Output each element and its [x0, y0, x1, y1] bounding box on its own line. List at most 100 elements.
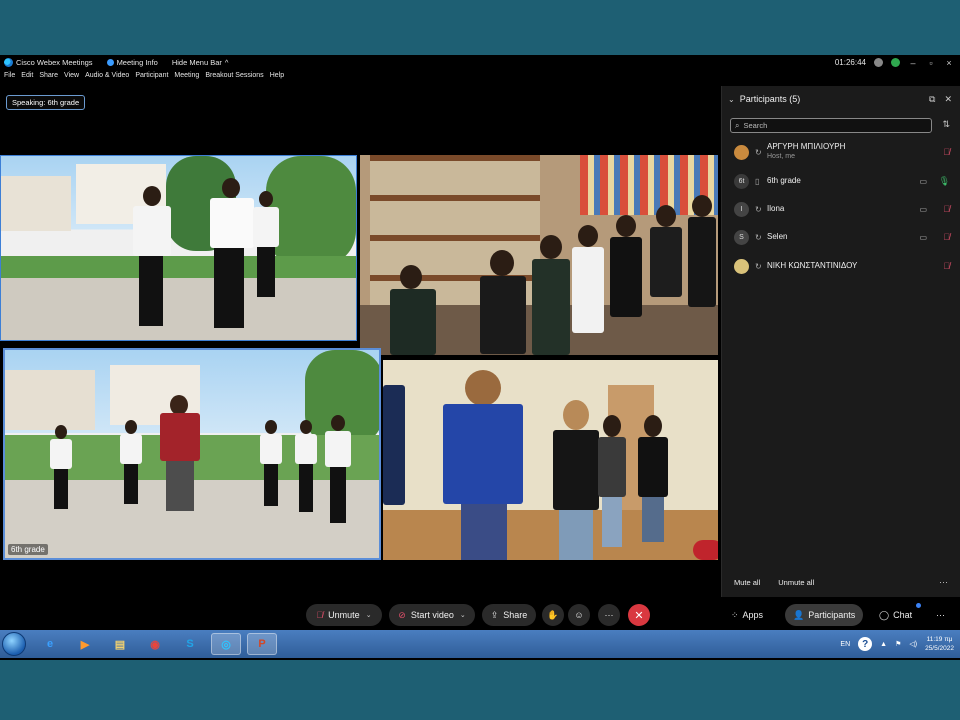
chevron-down-icon: ⌄	[728, 94, 735, 104]
speaking-indicator: Speaking: 6th grade	[6, 95, 86, 110]
participant-row[interactable]: 6t ▯ 6th grade ▭ 🎙	[722, 168, 960, 194]
chevron-down-icon: ⌄	[365, 612, 372, 619]
webex-taskbar-icon[interactable]: ◎	[211, 633, 241, 655]
participant-search-input[interactable]: ⌕ Search	[730, 118, 932, 133]
windows-taskbar: e ▶ ▤ ◉ S ◎ P EN ? ▲ ⚑ ◁) 11:19 πμ 25/5/…	[0, 630, 960, 658]
folder-icon[interactable]: ▤	[105, 633, 135, 655]
building-left	[5, 370, 95, 430]
powerpoint-icon[interactable]: P	[247, 633, 277, 655]
network-icon	[874, 58, 883, 67]
sort-icon[interactable]: ⇅	[942, 119, 950, 130]
participant-row[interactable]: ↻ ΝΙΚΗ ΚΩΝΣΤΑΝΤΙΝΙΔΟΥ 🎙̸	[722, 253, 960, 279]
participant-role: Host, me	[767, 153, 796, 160]
unmute-button[interactable]: 🎙̸ Unmute ⌄	[306, 604, 382, 626]
unmute-label: Unmute	[328, 610, 360, 620]
help-icon[interactable]: ?	[858, 637, 873, 651]
menu-view[interactable]: View	[64, 72, 79, 86]
building-left	[1, 176, 71, 231]
unmute-all-button[interactable]: Unmute all	[778, 578, 814, 587]
participant-row[interactable]: S ↻ Selen ▭ 🎙̸	[722, 224, 960, 250]
panel-controls: ⧉ ✕	[929, 94, 952, 105]
clock-time: 11:19 πμ	[926, 636, 953, 643]
search-icon: ⌕	[735, 120, 740, 130]
menu-edit[interactable]: Edit	[21, 72, 33, 86]
mic-muted-icon[interactable]: 🎙̸	[943, 232, 950, 242]
meeting-info-button[interactable]: Meeting Info	[106, 58, 158, 67]
media-player-icon[interactable]: ▶	[70, 633, 100, 655]
chrome-icon[interactable]: ◉	[140, 633, 170, 655]
security-icon	[891, 58, 900, 67]
participants-panel-header[interactable]: ⌄ Participants (5)	[728, 94, 800, 104]
close-icon: ✕	[634, 609, 644, 622]
participant-name-text: Selen	[767, 232, 788, 241]
menu-bar: File Edit Share View Audio & Video Parti…	[0, 72, 286, 86]
skype-icon[interactable]: S	[175, 633, 205, 655]
mic-muted-icon[interactable]: 🎙̸	[943, 147, 950, 157]
menu-breakout-sessions[interactable]: Breakout Sessions	[205, 72, 263, 86]
start-button[interactable]	[2, 632, 26, 656]
participants-panel: ⌄ Participants (5) ⧉ ✕ ⌕ Search ⇅ ↻ ΑΡΓΥ…	[721, 86, 960, 597]
more-button[interactable]: ···	[598, 604, 620, 626]
menu-file[interactable]: File	[4, 72, 15, 86]
meeting-controls: 🎙̸ Unmute ⌄ ⊘ Start video ⌄ ⇪ Share ✋ ☺ …	[0, 601, 960, 629]
video-tile-4[interactable]	[383, 360, 718, 560]
tile-name-label: 6th grade	[8, 544, 48, 555]
menu-participant[interactable]: Participant	[135, 72, 168, 86]
participant-row[interactable]: ↻ ΑΡΓΥΡΗ ΜΠΙΛΙΟΥΡΗ Host, me 🎙̸	[722, 139, 960, 165]
hide-menu-bar-label: Hide Menu Bar	[171, 58, 222, 67]
video-tile-1[interactable]	[0, 155, 357, 341]
popout-icon[interactable]: ⧉	[929, 94, 935, 105]
sync-icon: ↻	[755, 261, 762, 271]
apps-label: Apps	[742, 610, 764, 620]
menu-audio-video[interactable]: Audio & Video	[85, 72, 129, 86]
volume-icon[interactable]: ◁)	[909, 640, 917, 648]
smiley-icon: ☺	[574, 610, 584, 620]
close-icon[interactable]: ✕	[944, 94, 952, 105]
device-icon: ▯	[755, 176, 760, 186]
close-window-button[interactable]: ×	[944, 58, 954, 68]
video-tile-active[interactable]: 6th grade	[3, 348, 381, 560]
raise-hand-button[interactable]: ✋	[542, 604, 564, 626]
clock[interactable]: 11:19 πμ 25/5/2022	[925, 635, 954, 653]
participant-row[interactable]: I ↻ Ilona ▭ 🎙̸	[722, 196, 960, 222]
maximize-button[interactable]: ▫	[926, 58, 936, 68]
menu-meeting[interactable]: Meeting	[174, 72, 199, 86]
show-hidden-icons[interactable]: ▲	[880, 641, 887, 648]
apps-button[interactable]: ⁘ Apps	[731, 604, 763, 626]
chat-notification-dot	[916, 603, 921, 608]
meeting-info-label: Meeting Info	[116, 58, 158, 67]
language-indicator[interactable]: EN	[840, 641, 850, 648]
menu-share[interactable]: Share	[39, 72, 58, 86]
mic-active-icon[interactable]: 🎙	[939, 176, 950, 187]
people-icon: 👤	[793, 609, 805, 620]
participant-name-text: ΝΙΚΗ ΚΩΝΣΤΑΝΤΙΝΙΔΟΥ	[767, 261, 858, 270]
app-name: Cisco Webex Meetings	[16, 58, 93, 67]
flag-icon[interactable]: ⚑	[895, 640, 901, 648]
reactions-button[interactable]: ☺	[568, 604, 590, 626]
mic-muted-icon[interactable]: 🎙̸	[943, 261, 950, 271]
info-icon	[106, 59, 114, 66]
start-video-button[interactable]: ⊘ Start video ⌄	[389, 604, 475, 626]
menu-help[interactable]: Help	[270, 72, 284, 86]
share-icon: ⇪	[490, 609, 499, 620]
more-options-icon[interactable]: ···	[939, 577, 948, 587]
participant-name: ΝΙΚΗ ΚΩΝΣΤΑΝΤΙΝΙΔΟΥ	[767, 261, 857, 271]
end-call-button[interactable]: ✕	[628, 604, 650, 626]
internet-explorer-icon[interactable]: e	[35, 633, 65, 655]
participants-button[interactable]: 👤 Participants	[785, 604, 864, 626]
chat-button[interactable]: ◯ Chat	[879, 604, 912, 626]
hand-icon: ✋	[547, 609, 559, 620]
more-options-icon[interactable]: ···	[936, 604, 945, 626]
mute-all-button[interactable]: Mute all	[734, 578, 760, 587]
hide-menu-bar-button[interactable]: Hide Menu Bar ^	[172, 58, 229, 67]
video-tile-2[interactable]	[360, 155, 718, 355]
red-object	[693, 540, 718, 560]
apps-icon: ⁘	[731, 609, 739, 620]
avatar	[734, 144, 749, 160]
mic-muted-icon[interactable]: 🎙̸	[943, 204, 950, 214]
video-off-icon: ⊘	[398, 609, 406, 620]
video-camera-icon: ▭	[919, 176, 927, 186]
share-button[interactable]: ⇪ Share	[482, 604, 536, 626]
minimize-button[interactable]: –	[908, 58, 918, 68]
participant-name: Ilona	[767, 204, 784, 214]
